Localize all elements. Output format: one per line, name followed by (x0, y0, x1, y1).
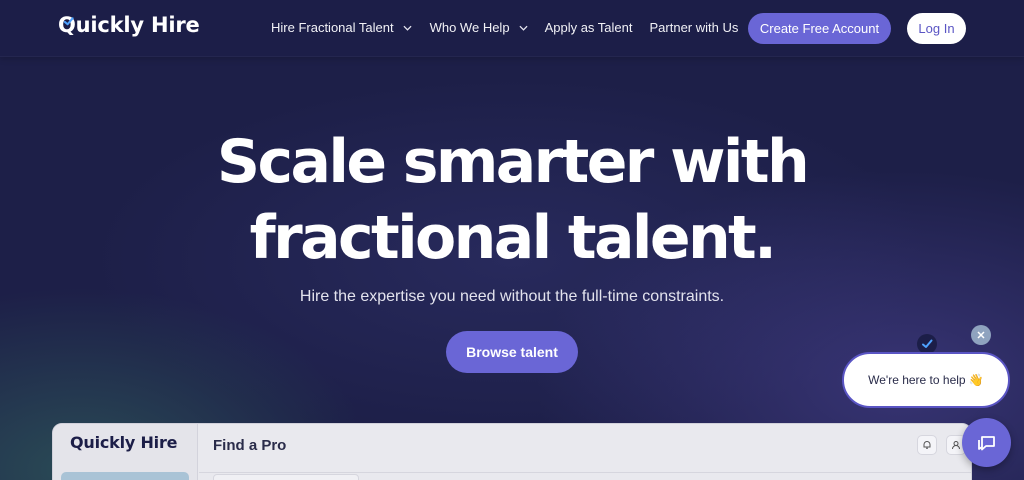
nav-item-label: Hire Fractional Talent (271, 20, 394, 35)
chat-icon (977, 435, 995, 450)
nav-item-partner-with-us[interactable]: Partner with Us (650, 20, 739, 35)
preview-filter-box (213, 474, 359, 480)
logo-text: uickly Hire (75, 13, 200, 37)
browse-talent-button[interactable]: Browse talent (446, 331, 578, 373)
nav-item-apply-as-talent[interactable]: Apply as Talent (545, 20, 633, 35)
chat-greeting-bubble[interactable]: We're here to help 👋 (842, 352, 1010, 408)
close-icon[interactable] (971, 325, 991, 345)
hero-subtitle: Hire the expertise you need without the … (299, 288, 725, 305)
preview-sidebar-item (61, 472, 189, 480)
nav-links: Hire Fractional Talent Who We Help Apply… (271, 20, 738, 35)
hero-title-line-1: Scale smarter with (216, 127, 810, 197)
preview-logo: Quickly Hire (70, 433, 178, 452)
nav-item-who-we-help[interactable]: Who We Help (430, 20, 528, 35)
chat-launcher-button[interactable] (962, 418, 1011, 467)
create-free-account-button[interactable]: Create Free Account (748, 13, 891, 44)
chevron-down-icon (403, 25, 412, 31)
top-navbar: Q uickly Hire Hire Fractional Talent Who… (0, 0, 1024, 57)
hero-title: Scale smarter with fractional talent. (0, 124, 1024, 276)
preview-sidebar: Quickly Hire (53, 424, 198, 480)
chevron-down-icon (519, 25, 528, 31)
preview-divider (199, 472, 971, 473)
nav-item-label: Who We Help (429, 20, 510, 35)
nav-item-hire-fractional-talent[interactable]: Hire Fractional Talent (271, 20, 412, 35)
logo[interactable]: Q uickly Hire (58, 13, 200, 37)
check-avatar-icon (917, 334, 937, 354)
preview-page-title: Find a Pro (213, 437, 287, 454)
nav-item-label: Partner with Us (649, 20, 739, 35)
bell-icon (917, 435, 937, 455)
nav-item-label: Apply as Talent (544, 20, 633, 35)
logo-q: Q (58, 13, 76, 37)
hero-title-line-2: fractional talent. (249, 203, 777, 273)
login-button[interactable]: Log In (907, 13, 966, 44)
app-preview: Quickly Hire Find a Pro (52, 423, 972, 480)
logo-check-icon (63, 17, 74, 26)
